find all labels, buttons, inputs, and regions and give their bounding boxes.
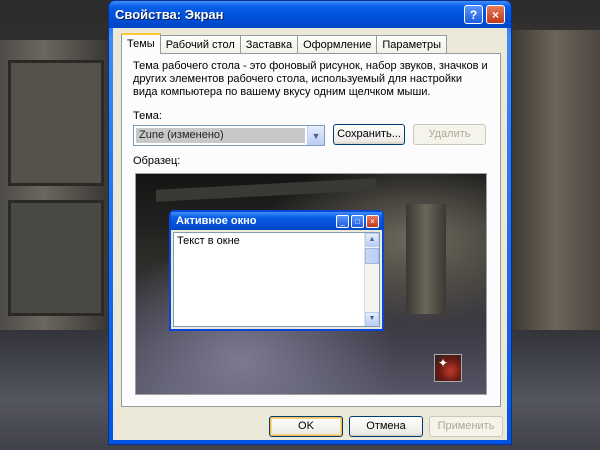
tab-settings[interactable]: Параметры <box>376 35 447 54</box>
title-bar[interactable]: Свойства: Экран ? × <box>109 1 511 28</box>
minimize-icon: _ <box>336 214 349 228</box>
scroll-thumb <box>365 248 379 264</box>
preview-active-window: Активное окно _ □ × Текст в окне ▲ ▼ <box>169 210 384 331</box>
display-properties-window: Свойства: Экран ? × Темы Рабочий стол За… <box>108 0 512 445</box>
cancel-button[interactable]: Отмена <box>349 416 423 437</box>
preview-window-titlebar: Активное окно _ □ × <box>171 212 382 230</box>
scroll-up-icon: ▲ <box>365 233 379 247</box>
theme-select-value: Zune (изменено) <box>136 128 305 143</box>
ok-button[interactable]: OK <box>269 416 343 437</box>
tab-screensaver[interactable]: Заставка <box>239 35 299 54</box>
dialog-body: Темы Рабочий стол Заставка Оформление Па… <box>113 28 507 440</box>
tab-strip: Темы Рабочий стол Заставка Оформление Па… <box>121 33 447 54</box>
themes-panel: Тема рабочего стола - это фоновый рисуно… <box>121 53 501 407</box>
desktop-shortcut-icon: ✦ <box>434 354 462 382</box>
help-button[interactable]: ? <box>464 5 483 24</box>
theme-select[interactable]: Zune (изменено) ▼ <box>133 125 325 146</box>
window-title: Свойства: Экран <box>115 7 224 22</box>
tab-appearance[interactable]: Оформление <box>297 35 378 54</box>
apply-button[interactable]: Применить <box>429 416 503 437</box>
close-button[interactable]: × <box>486 5 505 24</box>
sample-label: Образец: <box>133 155 181 167</box>
chevron-down-icon[interactable]: ▼ <box>307 126 324 145</box>
theme-label: Тема: <box>133 110 162 122</box>
preview-scrollbar: ▲ ▼ <box>364 233 379 326</box>
close-icon: × <box>366 214 379 228</box>
tab-desktop[interactable]: Рабочий стол <box>159 35 241 54</box>
theme-preview: Активное окно _ □ × Текст в окне ▲ ▼ ✦ <box>135 173 487 395</box>
scroll-down-icon: ▼ <box>365 312 379 326</box>
desktop-wallpaper-left <box>0 40 110 330</box>
save-theme-button[interactable]: Сохранить... <box>333 124 405 145</box>
delete-theme-button[interactable]: Удалить <box>413 124 486 145</box>
preview-window-body: Текст в окне ▲ ▼ <box>173 232 380 327</box>
preview-window-text: Текст в окне <box>177 235 240 247</box>
preview-window-title: Активное окно <box>176 215 257 227</box>
themes-description: Тема рабочего стола - это фоновый рисуно… <box>133 60 488 98</box>
preview-wallpaper-beam <box>156 178 376 202</box>
preview-wallpaper-pillar <box>406 204 446 314</box>
tab-themes[interactable]: Темы <box>121 33 161 54</box>
maximize-icon: □ <box>351 214 364 228</box>
